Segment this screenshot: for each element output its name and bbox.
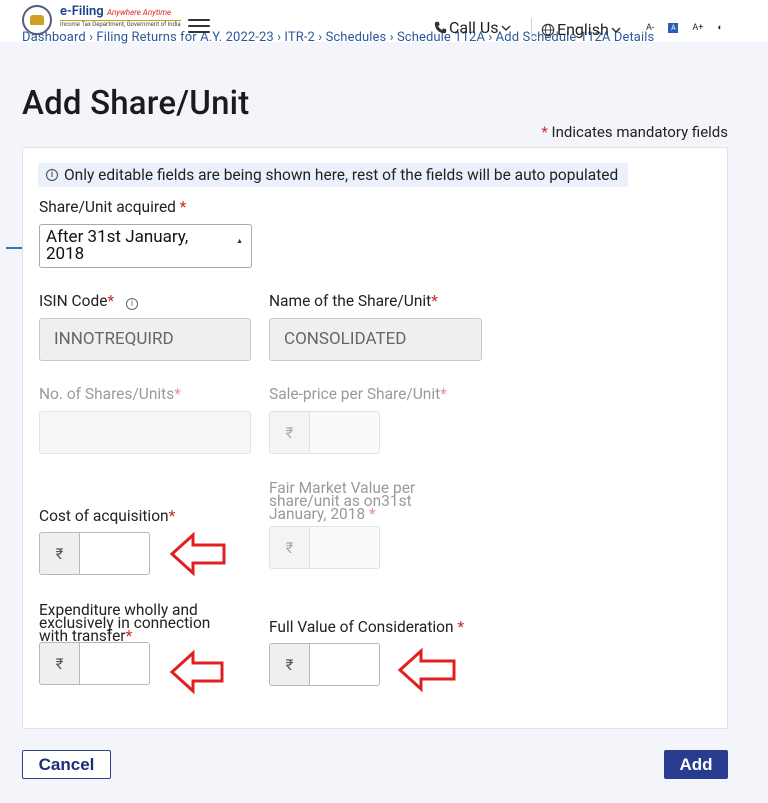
isin-label: ISIN Code* i <box>39 293 138 310</box>
share-unit-form: i Only editable fields are being shown h… <box>22 147 728 729</box>
annotation-arrow-icon <box>397 648 456 692</box>
share-acquired-label: Share/Unit acquired * <box>39 198 187 216</box>
annotation-arrow-icon <box>169 650 224 694</box>
cost-acquisition-label: Cost of acquisition* <box>39 507 176 525</box>
chevron-down-icon <box>500 24 511 31</box>
emblem-icon <box>22 5 52 35</box>
font-increase-button[interactable]: A+ <box>692 23 703 33</box>
isin-field[interactable]: INNOTREQUIRD <box>39 318 251 361</box>
share-name-label: Name of the Share/Unit* <box>269 292 438 310</box>
logo-title: e-Filing Anywhere Anytime <box>60 4 172 19</box>
annotation-arrow-icon <box>169 532 226 576</box>
full-value-label: Full Value of Consideration * <box>269 618 465 636</box>
num-shares-field[interactable] <box>39 411 251 454</box>
info-banner: i Only editable fields are being shown h… <box>38 163 629 187</box>
num-shares-label: No. of Shares/Units* <box>39 385 181 403</box>
call-us-dropdown[interactable]: Call Us <box>434 18 511 37</box>
efiling-logo[interactable]: e-Filing Anywhere Anytime Income Tax Dep… <box>22 5 181 37</box>
rupee-icon: ₹ <box>270 527 310 568</box>
font-normal-button[interactable]: A <box>668 22 679 33</box>
language-label: English <box>557 20 609 39</box>
call-us-label: Call Us <box>449 18 499 37</box>
share-name-field[interactable]: CONSOLIDATED <box>269 318 482 361</box>
rupee-icon: ₹ <box>40 643 80 684</box>
menu-icon[interactable] <box>188 19 210 33</box>
fmv-label: Fair Market Value per share/unit as on31… <box>269 479 416 523</box>
cost-acquisition-field[interactable]: ₹ <box>39 532 150 575</box>
contrast-icon[interactable]: ◐ <box>717 22 722 33</box>
rupee-icon: ₹ <box>270 412 310 453</box>
full-value-field[interactable]: ₹ <box>269 643 380 686</box>
expenditure-field[interactable]: ₹ <box>39 642 150 685</box>
rupee-icon: ₹ <box>40 533 80 574</box>
add-button[interactable]: Add <box>664 750 728 779</box>
cancel-button[interactable]: Cancel <box>22 750 111 779</box>
logo-subtitle: Income Tax Department, Government of Ind… <box>60 20 181 28</box>
sale-price-field[interactable]: ₹ <box>269 411 380 454</box>
mandatory-note: * Indicates mandatory fields <box>541 123 728 141</box>
rupee-icon: ₹ <box>270 644 310 685</box>
accessibility-tools: A- A A+ ◐ <box>646 22 723 33</box>
font-decrease-button[interactable]: A- <box>646 23 654 33</box>
page-title: Add Share/Unit <box>22 84 250 123</box>
header-divider <box>531 18 532 40</box>
dropdown-caret-icon: ▲ <box>236 237 243 245</box>
fmv-field[interactable]: ₹ <box>269 526 380 569</box>
language-dropdown[interactable]: English <box>541 20 621 39</box>
globe-icon <box>541 23 555 36</box>
phone-icon <box>434 21 447 34</box>
chevron-down-icon <box>611 26 621 33</box>
info-icon: i <box>46 169 58 181</box>
expenditure-label: Expenditure wholly and exclusively in co… <box>39 601 211 645</box>
top-header: Dashboard › Filing Returns for A.Y. 2022… <box>0 0 768 44</box>
share-acquired-select[interactable]: After 31st January, 2018 ▲ <box>39 224 252 268</box>
info-icon[interactable]: i <box>125 298 138 310</box>
sale-price-label: Sale-price per Share/Unit* <box>269 385 447 403</box>
